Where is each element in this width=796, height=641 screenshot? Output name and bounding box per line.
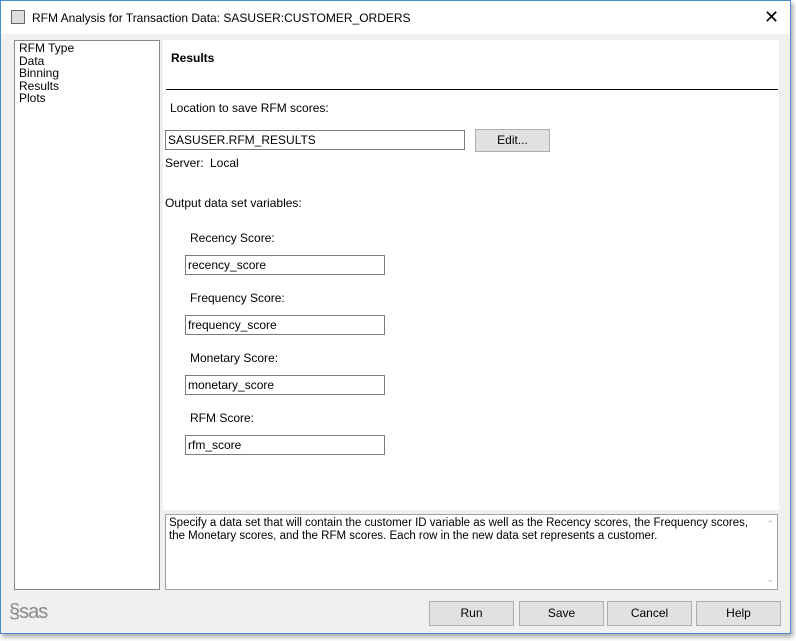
divider [166, 89, 778, 90]
location-input[interactable]: SASUSER.RFM_RESULTS [165, 130, 465, 150]
help-button[interactable]: Help [696, 601, 781, 626]
monetary-input[interactable]: monetary_score [185, 375, 385, 395]
rfm-input[interactable]: rfm_score [185, 435, 385, 455]
recency-label: Recency Score: [190, 231, 275, 245]
dialog-window: RFM Analysis for Transaction Data: SASUS… [0, 0, 791, 634]
recency-input[interactable]: recency_score [185, 255, 385, 275]
nav-item-rfm-type[interactable]: RFM Type [19, 42, 155, 55]
nav-item-binning[interactable]: Binning [19, 67, 155, 80]
edit-button[interactable]: Edit... [475, 129, 550, 152]
cancel-button[interactable]: Cancel [607, 601, 692, 626]
scroll-up-icon[interactable]: ⌃ [766, 518, 774, 531]
frequency-label: Frequency Score: [190, 291, 285, 305]
title-bar: RFM Analysis for Transaction Data: SASUS… [1, 1, 790, 34]
server-value: Local [210, 156, 239, 170]
help-text: Specify a data set that will contain the… [169, 517, 749, 542]
nav-item-plots[interactable]: Plots [19, 92, 155, 105]
save-button[interactable]: Save [519, 601, 604, 626]
page-title: Results [171, 51, 215, 65]
server-label: Server: [165, 156, 204, 170]
nav-list: RFM Type Data Binning Results Plots [14, 40, 160, 590]
run-button[interactable]: Run [429, 601, 514, 626]
rfm-label: RFM Score: [190, 411, 255, 425]
monetary-label: Monetary Score: [190, 351, 279, 365]
sas-logo: §sas [9, 601, 48, 623]
location-label: Location to save RFM scores: [170, 101, 329, 115]
frequency-input[interactable]: frequency_score [185, 315, 385, 335]
window-title: RFM Analysis for Transaction Data: SASUS… [32, 11, 411, 25]
output-label: Output data set variables: [165, 196, 302, 210]
results-panel: Results Location to save RFM scores: SAS… [163, 40, 779, 510]
help-textbox[interactable]: Specify a data set that will contain the… [165, 514, 778, 590]
close-icon[interactable]: ✕ [764, 7, 779, 28]
app-icon [11, 10, 25, 24]
scroll-down-icon[interactable]: ⌄ [766, 573, 774, 586]
